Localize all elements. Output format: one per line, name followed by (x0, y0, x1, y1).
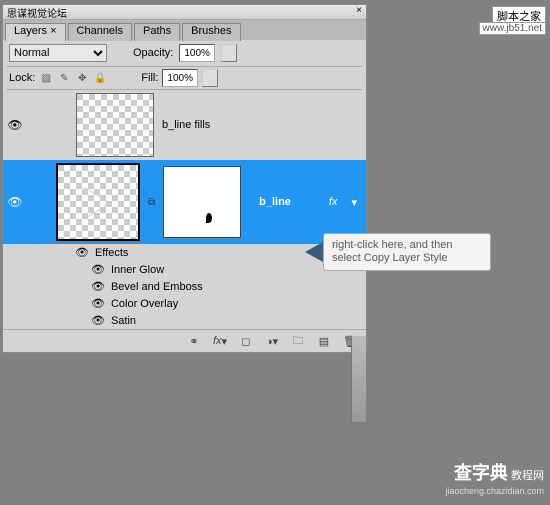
layer-name: b_line (259, 196, 291, 208)
visibility-icon[interactable]: 👁 (91, 263, 105, 276)
scrollbar[interactable] (351, 336, 366, 422)
watermark-bottom: 查字典 教程网 jiaocheng.chazidian.com (445, 459, 544, 497)
layer-row-selected[interactable]: 👁 ⧉ b_line fx ▾ (3, 160, 366, 244)
visibility-icon[interactable]: 👁 (91, 280, 105, 293)
collapse-icon[interactable]: ▾ (351, 196, 357, 209)
visibility-icon[interactable]: 👁 (6, 195, 24, 209)
adjustment-layer-icon[interactable]: ◑▾ (264, 334, 280, 348)
visibility-icon[interactable]: 👁 (91, 297, 105, 310)
tab-paths[interactable]: Paths (134, 23, 180, 41)
lock-label: Lock: (9, 72, 35, 84)
watermark-url: www.jb51.net (479, 22, 546, 35)
panel-title: 思谋视觉论坛 (7, 5, 67, 19)
layer-mask-icon[interactable]: ◻ (238, 334, 254, 348)
new-group-icon[interactable]: 🗀 (290, 334, 306, 348)
opacity-slider-icon[interactable] (221, 44, 237, 62)
new-layer-icon[interactable]: ▤ (316, 334, 332, 348)
layer-row[interactable]: 👁 b_line fills (3, 90, 366, 160)
fill-label: Fill: (141, 72, 158, 84)
visibility-icon[interactable]: 👁 (91, 314, 105, 327)
link-layers-icon[interactable]: ⚭ (186, 334, 202, 348)
fill-slider-icon[interactable] (202, 69, 218, 87)
layer-thumbnail[interactable] (56, 163, 140, 241)
fill-value[interactable]: 100% (162, 69, 198, 87)
tab-layers[interactable]: Layers × (5, 23, 66, 41)
fx-icon[interactable]: fx (329, 196, 338, 208)
visibility-icon[interactable]: 👁 (6, 118, 24, 132)
lock-row: Lock: ▧ ✎ ✥ 🔒 Fill: 100% (3, 67, 366, 89)
callout-text: right-click here, and then select Copy L… (323, 233, 491, 271)
close-icon[interactable]: × (356, 5, 362, 19)
tab-brushes[interactable]: Brushes (182, 23, 240, 41)
layer-style-icon[interactable]: fx▾ (212, 334, 228, 348)
panel-tabs: Layers × Channels Paths Brushes (3, 20, 366, 40)
arrow-left-icon (305, 242, 323, 262)
panel-titlebar: 思谋视觉论坛 × (3, 5, 366, 20)
layer-thumbnail[interactable] (76, 93, 154, 157)
lock-move-icon[interactable]: ✥ (75, 71, 89, 85)
lock-all-icon[interactable]: 🔒 (93, 71, 107, 85)
lock-brush-icon[interactable]: ✎ (57, 71, 71, 85)
lock-transparency-icon[interactable]: ▧ (39, 71, 53, 85)
opacity-value[interactable]: 100% (179, 44, 215, 62)
layer-name: b_line fills (162, 119, 210, 131)
blend-mode-select[interactable]: Normal (9, 44, 107, 62)
opacity-label: Opacity: (133, 47, 173, 59)
effect-item[interactable]: 👁Color Overlay (75, 295, 366, 312)
layers-panel: 思谋视觉论坛 × Layers × Channels Paths Brushes… (2, 4, 367, 353)
tab-channels[interactable]: Channels (68, 23, 132, 41)
visibility-icon[interactable]: 👁 (75, 246, 89, 259)
annotation-callout: right-click here, and then select Copy L… (305, 233, 491, 271)
link-icon[interactable]: ⧉ (148, 197, 155, 208)
layer-list: 👁 b_line fills 👁 ⧉ b_line fx ▾ 👁Effects … (3, 90, 366, 329)
effect-item[interactable]: 👁Bevel and Emboss (75, 278, 366, 295)
panel-bottom-toolbar: ⚭ fx▾ ◻ ◑▾ 🗀 ▤ 🗑 (3, 329, 366, 352)
layer-mask-thumbnail[interactable] (163, 166, 241, 238)
blend-row: Normal Opacity: 100% (3, 40, 366, 66)
effect-item[interactable]: 👁Satin (75, 312, 366, 329)
